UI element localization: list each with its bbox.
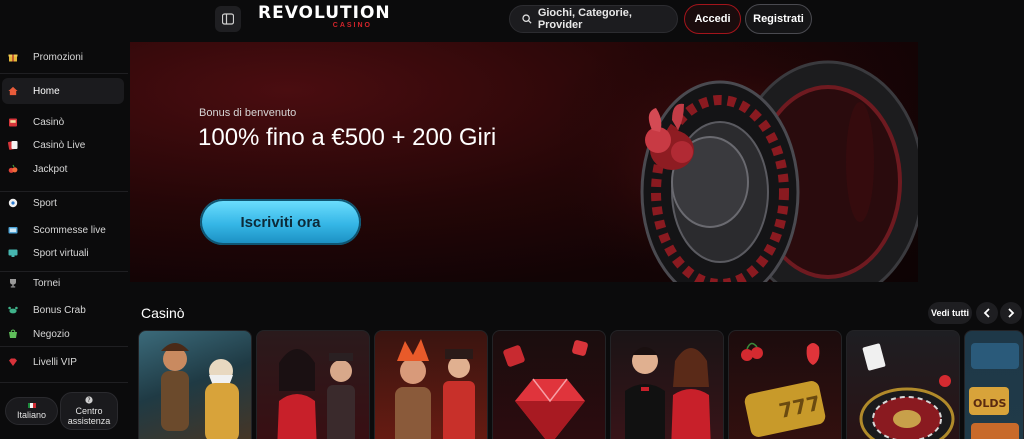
sidebar-item-home[interactable]: Home (2, 78, 124, 104)
game-thumbnail-image (161, 343, 239, 439)
casino-section-title: Casinò (141, 305, 185, 321)
jackpot-icon (8, 164, 18, 174)
sidebar-item-label: Casinò (33, 116, 65, 128)
help-center-button[interactable]: ? Centro assistenza (60, 392, 118, 430)
sidebar-item-label: Casinò Live (33, 139, 86, 151)
sidebar-divider (0, 382, 128, 383)
sidebar-item-bonus-crab[interactable]: Bonus Crab (0, 298, 124, 322)
sidebar-item-casino-live[interactable]: Casinò Live (0, 133, 124, 157)
sidebar-item-label: Home (33, 85, 60, 97)
top-bar: REVOLUTION CASINO Giochi, Categorie, Pro… (0, 0, 1024, 40)
chevron-left-icon (983, 308, 990, 318)
sidebar-item-livelli-vip[interactable]: Livelli VIP (0, 350, 124, 374)
sidebar-item-sport[interactable]: Sport (0, 191, 124, 215)
game-tile[interactable] (256, 330, 370, 439)
game-tile[interactable]: OLDS (964, 330, 1024, 439)
sidebar-item-label: Sport (33, 197, 57, 209)
sidebar-item-sport-virtuali[interactable]: Sport virtuali (0, 241, 124, 265)
sidebar-item-label: Sport virtuali (33, 247, 89, 259)
sidebar-item-tornei[interactable]: Tornei (0, 271, 124, 295)
help-label: Centro assistenza (67, 406, 111, 426)
svg-text:?: ? (87, 397, 90, 404)
game-thumbnail-image (859, 343, 955, 439)
game-thumbnail-image (395, 339, 475, 439)
slot-machine-icon (8, 117, 18, 127)
game-tile[interactable] (138, 330, 252, 439)
roulette-wheel-image (560, 42, 918, 282)
carousel-next-button[interactable] (1000, 302, 1022, 324)
sidebar-item-jackpot[interactable]: Jackpot (0, 157, 124, 181)
game-tile[interactable] (374, 330, 488, 439)
hero-title: 100% fino a €500 + 200 Giri (198, 124, 497, 151)
signup-now-button[interactable]: Iscriviti ora (200, 199, 361, 245)
game-thumbnail-image: 777 (741, 342, 826, 437)
hero-banner[interactable]: Bonus di benvenuto 100% fino a €500 + 20… (130, 42, 918, 282)
football-icon (8, 198, 18, 208)
game-tile[interactable] (610, 330, 724, 439)
brand-logo[interactable]: REVOLUTION CASINO (258, 3, 391, 32)
search-input[interactable]: Giochi, Categorie, Provider (509, 5, 678, 33)
sidebar-item-promozioni[interactable]: Promozioni (0, 45, 124, 69)
sidebar-divider (0, 73, 128, 74)
trophy-icon (8, 278, 18, 288)
home-icon (8, 86, 18, 96)
vip-icon (8, 357, 18, 367)
language-selector[interactable]: Italiano (5, 397, 58, 425)
game-thumbnail-image (625, 347, 711, 439)
sidebar-item-negozio[interactable]: Negozio (0, 322, 124, 346)
language-label: Italiano (16, 409, 47, 420)
help-icon: ? (85, 396, 93, 404)
sidebar-item-scommesse-live[interactable]: Scommesse live (0, 218, 124, 242)
sidebar-item-label: Promozioni (33, 51, 84, 63)
carousel-prev-button[interactable] (976, 302, 998, 324)
sidebar: Promozioni Home Casinò Casinò Live Jackp… (0, 40, 128, 439)
sidebar-item-label: Jackpot (33, 163, 68, 175)
crab-icon (8, 305, 18, 315)
virtual-sport-icon (8, 248, 18, 258)
sidebar-item-label: Bonus Crab (33, 304, 86, 316)
sidebar-toggle-icon (222, 13, 234, 25)
game-thumbnail-image (277, 349, 355, 439)
game-thumbnail-image: OLDS (969, 343, 1019, 439)
sidebar-item-casino[interactable]: Casinò (0, 110, 124, 134)
register-button[interactable]: Registrati (745, 4, 812, 34)
see-all-button[interactable]: Vedi tutti (928, 302, 972, 324)
sidebar-item-label: Tornei (33, 277, 61, 289)
hero-subtitle: Bonus di benvenuto (199, 107, 297, 119)
logo-subtext: CASINO (332, 22, 372, 29)
game-tile[interactable] (492, 330, 606, 439)
chevron-right-icon (1008, 308, 1015, 318)
sidebar-item-label: Negozio (33, 328, 70, 340)
sidebar-toggle-button[interactable] (215, 6, 241, 32)
login-button[interactable]: Accedi (684, 4, 741, 34)
logo-text: REVOLUTION (258, 3, 391, 23)
game-tile[interactable] (846, 330, 960, 439)
live-casino-icon (8, 140, 18, 150)
search-icon (522, 14, 532, 24)
game-tile[interactable]: 777 (728, 330, 842, 439)
sidebar-divider (0, 346, 128, 347)
gift-icon (8, 52, 18, 62)
sidebar-item-label: Scommesse live (33, 224, 106, 236)
shop-icon (8, 329, 18, 339)
search-placeholder: Giochi, Categorie, Provider (537, 7, 632, 31)
svg-text:OLDS: OLDS (973, 397, 1006, 410)
italy-flag-icon (27, 402, 36, 408)
sidebar-item-label: Livelli VIP (33, 356, 77, 368)
game-thumbnail-image (503, 340, 588, 439)
live-bet-icon (8, 225, 18, 235)
